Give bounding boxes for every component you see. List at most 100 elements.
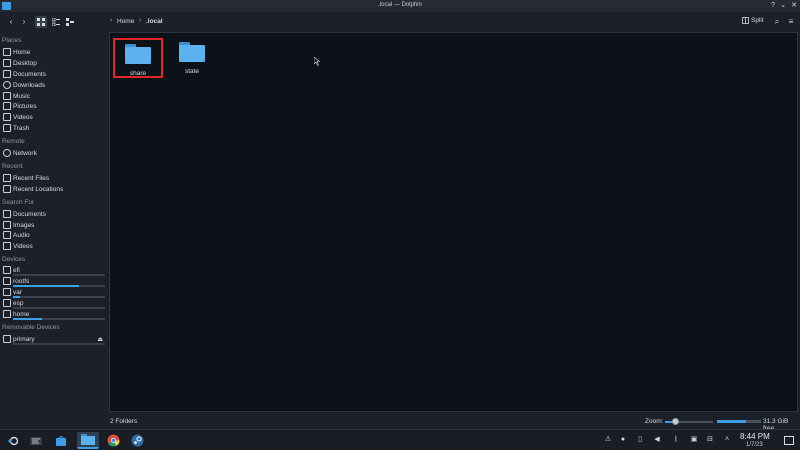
search-icon[interactable]: ⌕ <box>771 16 783 28</box>
close-icon[interactable]: ✕ <box>789 1 799 11</box>
sidebar-item-pictures[interactable]: Pictures <box>3 101 107 111</box>
sidebar-item-search-images[interactable]: Images <box>3 220 107 230</box>
taskbar: ⚠ ● ▯ ◀ ᛒ ▣ ⊟ ˄ 8:44 PM 1/7/23 <box>0 429 800 450</box>
recent-files-icon <box>3 174 11 182</box>
sidebar-item-label: Network <box>13 149 37 157</box>
drive-icon <box>3 299 11 307</box>
sidebar-item-label: Downloads <box>13 81 46 89</box>
sidebar-item-documents[interactable]: Documents <box>3 69 107 79</box>
volume-icon[interactable]: ◀ <box>653 436 661 444</box>
sidebar-item-downloads[interactable]: Downloads <box>3 80 107 90</box>
sidebar-item-label: esp <box>13 299 24 307</box>
clipboard-icon[interactable]: ▯ <box>636 436 644 444</box>
sidebar-item-label: primary <box>13 335 35 343</box>
sidebar-item-label: home <box>13 310 30 318</box>
bluetooth-icon[interactable]: ᛒ <box>672 436 680 444</box>
folder-item-share[interactable]: share <box>113 38 163 78</box>
network-icon <box>3 149 11 157</box>
sidebar-item-label: Home <box>13 48 31 56</box>
documents-icon <box>3 210 11 218</box>
sidebar-item-label: rootfs <box>13 277 30 285</box>
sidebar-item-label: Pictures <box>13 102 37 110</box>
sidebar-item-recent-files[interactable]: Recent Files <box>3 173 107 183</box>
documents-icon <box>3 70 11 78</box>
mixer-icon[interactable] <box>27 432 45 449</box>
mouse-cursor-icon <box>314 57 320 66</box>
breadcrumb-separator-icon: › <box>139 17 142 24</box>
sidebar-item-label: Music <box>13 92 30 100</box>
videos-icon <box>3 242 11 250</box>
disk-usage-bar <box>717 420 761 423</box>
network-wired-icon[interactable]: ⊟ <box>706 436 714 444</box>
sidebar-item-recent-locations[interactable]: Recent Locations <box>3 184 107 194</box>
audio-icon <box>3 231 11 239</box>
zoom-slider[interactable] <box>665 418 713 425</box>
sidebar-item-music[interactable]: Music <box>3 91 107 101</box>
folder-item-state[interactable]: state <box>167 38 217 78</box>
pictures-icon <box>3 102 11 110</box>
split-button[interactable]: Split <box>742 17 764 24</box>
show-desktop-icon[interactable] <box>784 436 794 445</box>
section-title-removable: Removable Devices <box>2 324 60 331</box>
folder-icon <box>125 44 151 64</box>
sidebar-item-trash[interactable]: Trash <box>3 123 107 133</box>
alert-icon[interactable]: ⚠ <box>604 436 612 444</box>
sidebar-item-label: Videos <box>13 242 33 250</box>
minimize-chevron-icon[interactable]: ⌄ <box>778 1 788 11</box>
clock-time[interactable]: 8:44 PM <box>740 432 770 441</box>
split-icon <box>742 17 749 24</box>
sidebar-item-desktop[interactable]: Desktop <box>3 58 107 68</box>
breadcrumb-current[interactable]: .local <box>146 18 163 25</box>
section-title-places: Places <box>2 37 22 44</box>
sidebar-item-label: Trash <box>13 124 30 132</box>
forward-icon[interactable]: › <box>18 16 30 28</box>
breadcrumb-home[interactable]: Home <box>117 18 134 25</box>
sidebar-item-label: Documents <box>13 70 46 78</box>
recent-locations-icon <box>3 185 11 193</box>
chevron-up-icon[interactable]: ˄ <box>723 436 731 444</box>
drive-icon <box>3 288 11 296</box>
help-icon[interactable]: ? <box>768 1 778 11</box>
sidebar-item-search-audio[interactable]: Audio <box>3 230 107 240</box>
removable-drive-icon <box>3 335 11 343</box>
item-count: 2 Folders <box>110 418 138 425</box>
steamos-menu-icon[interactable] <box>4 432 22 449</box>
sidebar-item-label: Recent Files <box>13 174 50 182</box>
sidebar-item-label: Desktop <box>13 59 37 67</box>
folder-label: state <box>184 68 200 75</box>
back-icon[interactable]: ‹ <box>5 16 17 28</box>
zoom-label: Zoom: <box>645 418 664 425</box>
chrome-icon[interactable] <box>104 432 122 449</box>
compact-view-icon[interactable] <box>50 16 62 28</box>
title-bar: .local — Dolphin ? ⌄ ✕ <box>0 0 800 12</box>
sidebar-item-videos[interactable]: Videos <box>3 112 107 122</box>
sidebar-item-network[interactable]: Network <box>3 148 107 158</box>
icons-view-icon[interactable] <box>35 16 47 28</box>
sidebar-item-search-documents[interactable]: Documents <box>3 209 107 219</box>
hamburger-menu-icon[interactable]: ≡ <box>785 16 797 28</box>
device-usage-bar-home <box>13 318 105 320</box>
file-view[interactable]: share state <box>109 32 798 412</box>
breadcrumb-separator-icon: › <box>110 17 113 24</box>
music-icon <box>3 92 11 100</box>
steam-icon[interactable] <box>128 432 146 449</box>
eject-icon[interactable]: ⏏ <box>97 336 103 343</box>
sidebar-item-label: var <box>13 288 23 296</box>
home-icon <box>3 48 11 56</box>
storage-icon[interactable]: ▣ <box>690 436 698 444</box>
steam-tray-icon[interactable]: ● <box>619 436 627 444</box>
details-view-icon[interactable] <box>64 16 76 28</box>
drive-icon <box>3 277 11 285</box>
trash-icon <box>3 124 11 132</box>
videos-icon <box>3 113 11 121</box>
places-panel: Places Home Desktop Documents Downloads … <box>0 32 108 412</box>
sidebar-item-label: Documents <box>13 210 46 218</box>
sidebar-item-search-videos[interactable]: Videos <box>3 241 107 251</box>
sidebar-item-label: efi <box>13 266 20 274</box>
dolphin-icon[interactable] <box>77 432 99 449</box>
sidebar-item-home[interactable]: Home <box>3 47 107 57</box>
zoom-slider-handle[interactable] <box>671 418 679 425</box>
clock-date[interactable]: 1/7/23 <box>746 442 763 448</box>
discover-store-icon[interactable] <box>52 432 70 449</box>
toolbar: ‹ › › Home › .local Split ⌕ ≡ <box>0 12 800 32</box>
